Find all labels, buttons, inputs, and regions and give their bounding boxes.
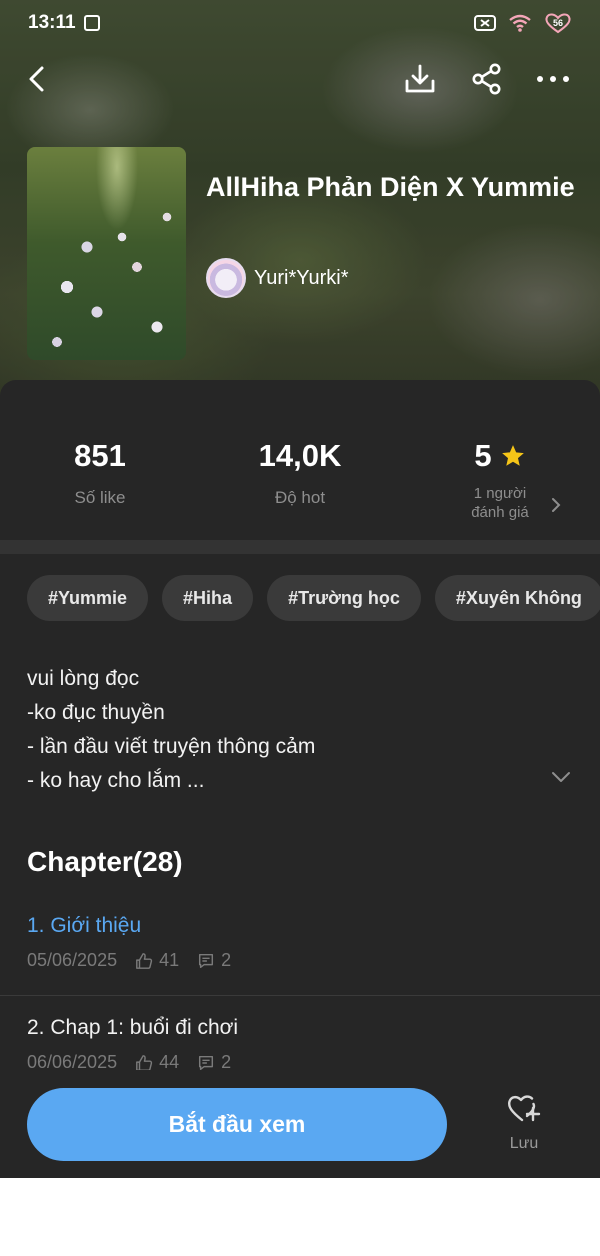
share-icon xyxy=(472,63,501,95)
rating-value: 5 xyxy=(474,438,492,473)
book-cover[interactable] xyxy=(27,147,186,360)
heart-plus-icon xyxy=(508,1095,541,1122)
rating-count-label-2: đánh giá xyxy=(471,504,529,521)
likes-label: Số like xyxy=(74,488,126,507)
likes-value: 851 xyxy=(74,438,126,473)
more-icon xyxy=(537,76,569,82)
tag-list: #Yummie #Hiha #Trường học #Xuyên Không xyxy=(27,575,600,621)
description-line: - ko hay cho lắm ... xyxy=(27,769,205,792)
rating-count-label: 1 người xyxy=(473,485,527,502)
chapter-date: 05/06/2025 xyxy=(27,950,118,970)
hot-value: 14,0K xyxy=(258,438,342,473)
comment-icon xyxy=(199,1055,214,1070)
status-time: 13:11 xyxy=(28,12,76,33)
chapter-meta: 05/06/2025 41 2 xyxy=(27,950,231,971)
thumbs-up-icon xyxy=(136,952,153,969)
book-detail-screen: 13:11 56 AllHiha Phản Diện X Yummie Yuri… xyxy=(0,0,600,1178)
stats-row: 851 Số like 14,0K Độ hot 5 1 người đánh … xyxy=(0,380,600,540)
chevron-down-icon[interactable] xyxy=(550,770,572,784)
chapter-title: 2. Chap 1: buổi đi chơi xyxy=(27,1016,239,1039)
status-icons: 56 xyxy=(474,12,572,34)
hot-label: Độ hot xyxy=(274,488,326,507)
thumbs-up-icon xyxy=(136,1054,153,1071)
back-button[interactable] xyxy=(16,58,58,100)
stat-rating[interactable]: 5 1 người đánh giá xyxy=(400,438,600,522)
description: vui lòng đọc -ko đục thuyền - lần đầu vi… xyxy=(27,662,527,798)
top-nav xyxy=(0,50,600,106)
share-button[interactable] xyxy=(466,58,508,100)
tag-chip[interactable]: #Xuyên Không xyxy=(434,575,600,621)
notification-icon xyxy=(83,15,100,31)
chapter-likes: 41 xyxy=(159,950,180,970)
save-button[interactable]: Lưu xyxy=(494,1092,554,1162)
chapter-heading: Chapter(28) xyxy=(27,846,183,877)
author-name: Yuri*Yurki* xyxy=(254,266,349,289)
more-button[interactable] xyxy=(532,58,574,100)
chapter-item[interactable]: 1. Giới thiệu 05/06/2025 41 2 xyxy=(0,914,600,994)
download-icon xyxy=(405,64,435,93)
start-reading-button[interactable]: Bắt đầu xem xyxy=(27,1088,447,1161)
stat-hot: 14,0K Độ hot xyxy=(200,438,400,508)
bottom-bar: Bắt đầu xem Lưu xyxy=(0,1078,600,1178)
comment-icon xyxy=(199,953,214,968)
status-bar: 13:11 56 xyxy=(0,0,600,46)
save-label: Lưu xyxy=(509,1135,539,1152)
description-line: vui lòng đọc xyxy=(27,667,140,690)
description-line: - lần đầu viết truyện thông cảm xyxy=(27,735,316,758)
stat-likes: 851 Số like xyxy=(0,438,200,508)
description-line: -ko đục thuyền xyxy=(27,701,165,724)
book-title: AllHiha Phản Diện X Yummie xyxy=(206,172,575,202)
back-icon xyxy=(29,66,44,92)
tag-chip[interactable]: #Hiha xyxy=(162,575,254,621)
content-sheet: 851 Số like 14,0K Độ hot 5 1 người đánh … xyxy=(0,380,600,1178)
battery-icon: 56 xyxy=(544,12,572,34)
star-icon xyxy=(501,445,524,466)
tag-chip[interactable]: #Trường học xyxy=(267,575,421,621)
chevron-right-icon[interactable] xyxy=(550,496,562,514)
no-sim-icon xyxy=(474,15,496,31)
chapter-title: 1. Giới thiệu xyxy=(27,914,142,937)
author-link[interactable]: Yuri*Yurki* xyxy=(206,258,349,298)
wifi-icon xyxy=(508,14,532,32)
section-divider xyxy=(0,540,600,554)
battery-level: 56 xyxy=(553,18,563,28)
chapter-divider xyxy=(0,995,600,996)
avatar xyxy=(206,258,246,298)
tag-chip[interactable]: #Yummie xyxy=(27,575,149,621)
chapter-comments: 2 xyxy=(221,950,232,970)
download-button[interactable] xyxy=(399,58,441,100)
